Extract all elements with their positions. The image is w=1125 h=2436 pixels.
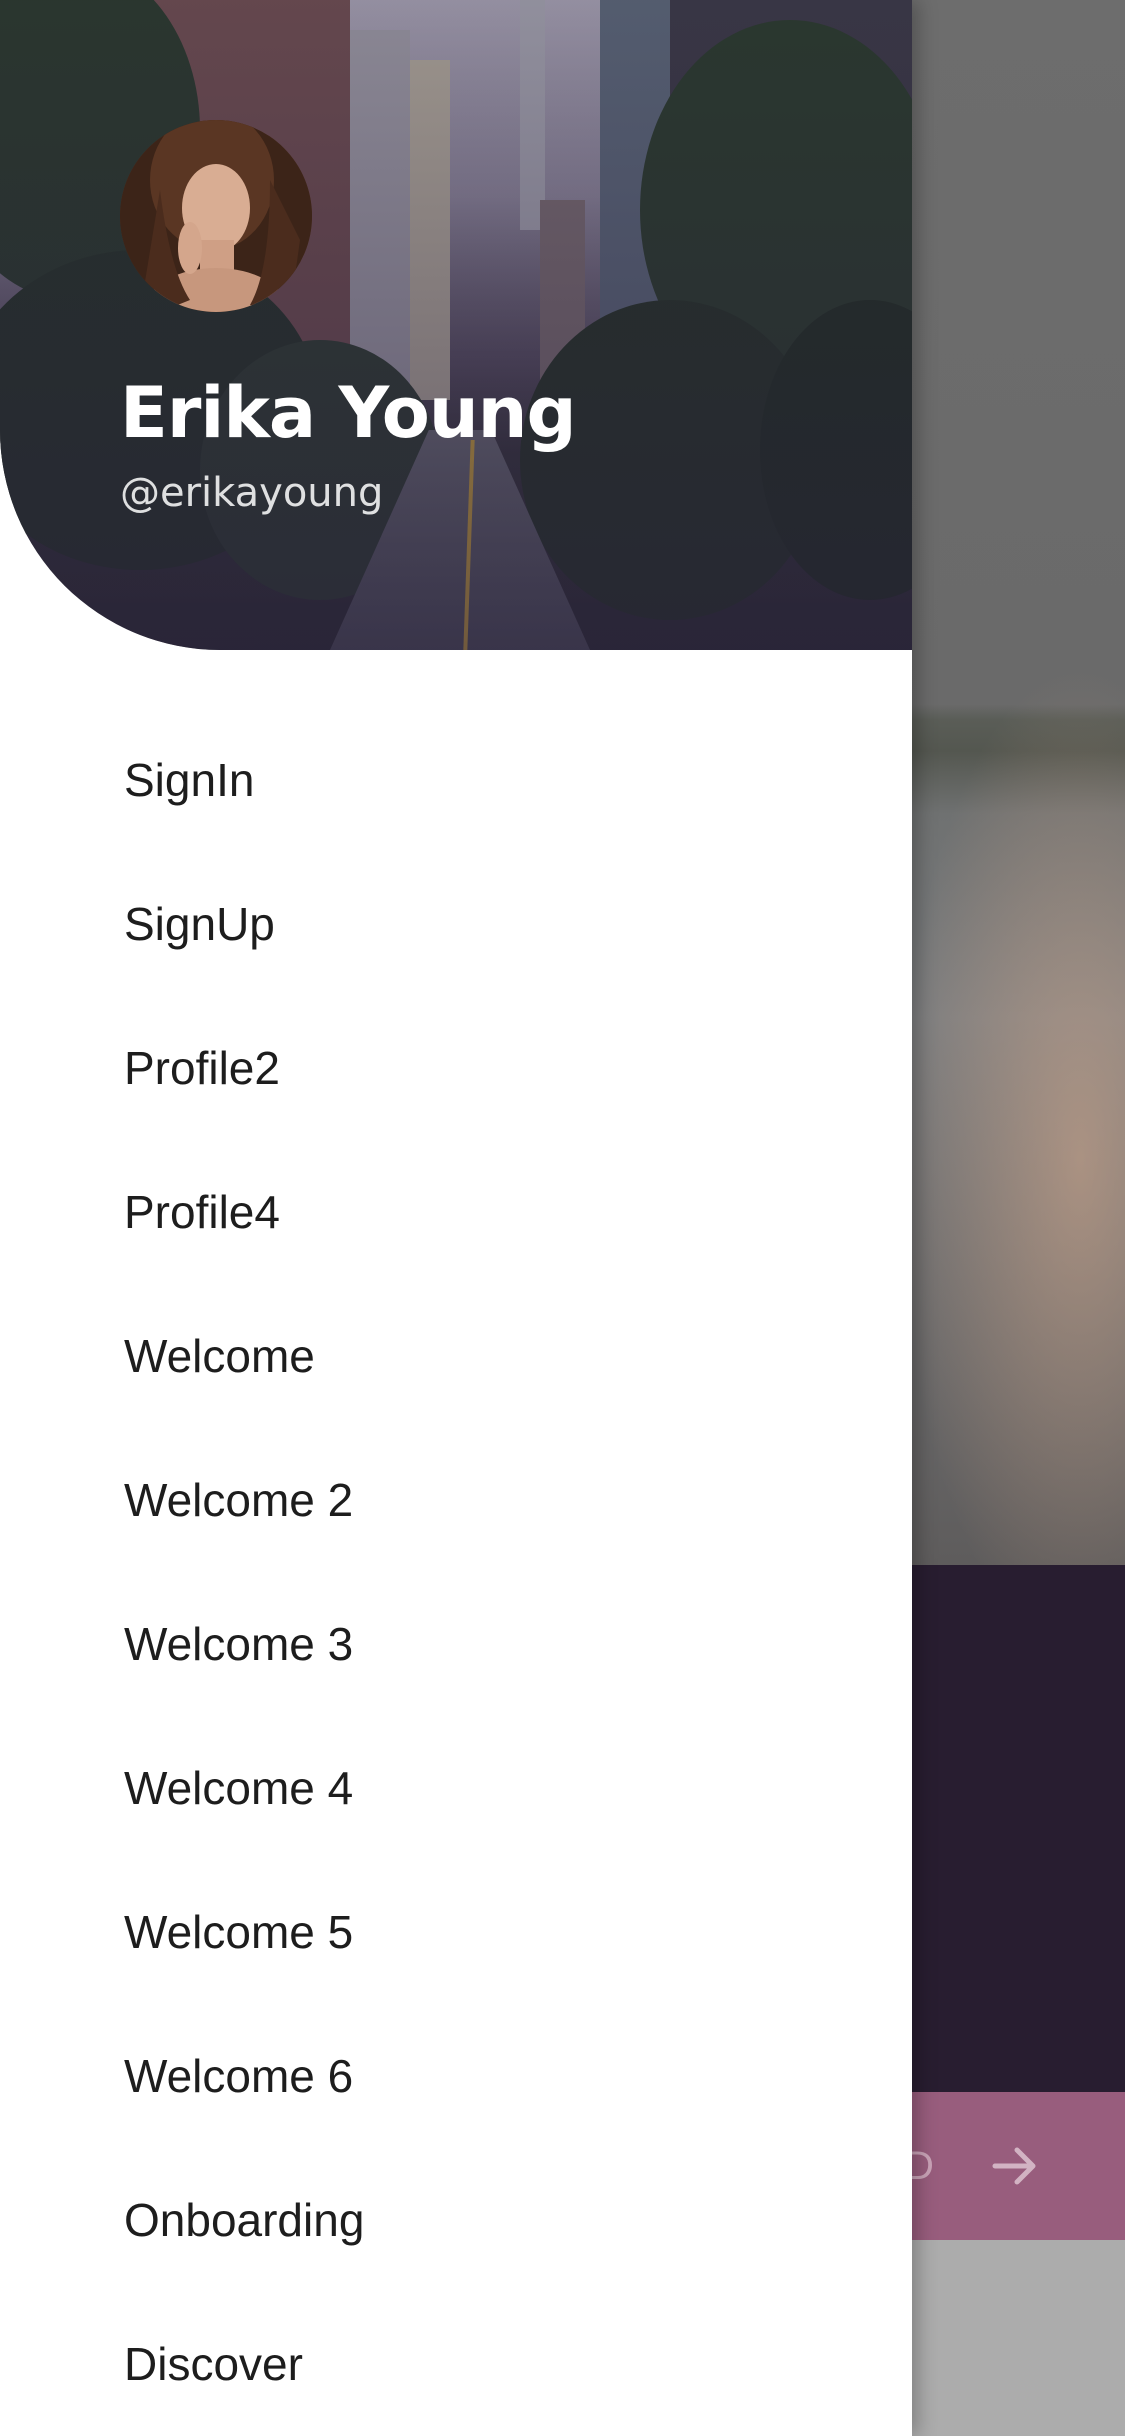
drawer-header: Erika Young @erikayoung xyxy=(0,0,912,650)
menu-item-profile4[interactable]: Profile4 xyxy=(124,1172,280,1252)
navigation-drawer: Erika Young @erikayoung SignIn SignUp Pr… xyxy=(0,0,912,2436)
menu-item-signin[interactable]: SignIn xyxy=(124,740,254,820)
user-name: Erika Young xyxy=(120,372,577,454)
avatar-photo xyxy=(120,120,312,312)
menu-item-welcome-6[interactable]: Welcome 6 xyxy=(124,2036,353,2116)
user-handle: @erikayoung xyxy=(120,470,384,516)
arrow-right-icon xyxy=(992,2147,1036,2185)
menu-item-discover[interactable]: Discover xyxy=(124,2324,303,2404)
menu-item-onboarding[interactable]: Onboarding xyxy=(124,2180,364,2260)
menu-item-welcome-3[interactable]: Welcome 3 xyxy=(124,1604,353,1684)
avatar[interactable] xyxy=(120,120,312,312)
menu-item-welcome-5[interactable]: Welcome 5 xyxy=(124,1892,353,1972)
menu-item-profile2[interactable]: Profile2 xyxy=(124,1028,280,1108)
menu-item-signup[interactable]: SignUp xyxy=(124,884,275,964)
menu-item-welcome-2[interactable]: Welcome 2 xyxy=(124,1460,353,1540)
menu-item-welcome[interactable]: Welcome xyxy=(124,1316,315,1396)
menu-item-welcome-4[interactable]: Welcome 4 xyxy=(124,1748,353,1828)
header-overlay xyxy=(0,0,912,650)
